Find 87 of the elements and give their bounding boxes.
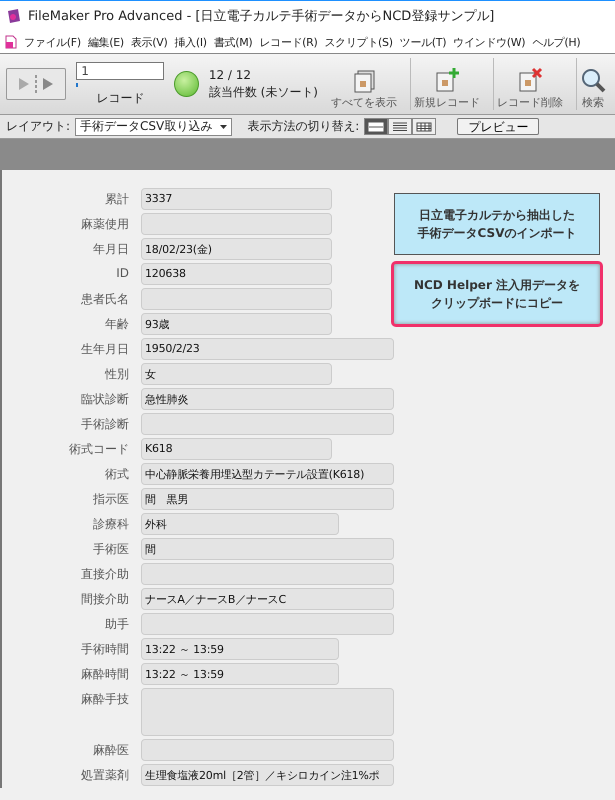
input-field[interactable]: 18/02/23(金) [141,238,332,260]
field-label: 診療科 [92,516,129,533]
document-icon [5,35,17,49]
input-field[interactable]: 中心静脈栄養用埋込型カテーテル設置(K618) [141,463,394,485]
layout-dropdown[interactable]: 手術データCSV取り込み [75,118,232,136]
field-label: 処置薬剤 [80,767,129,784]
preview-button[interactable]: プレビュー [457,118,540,135]
app-logo-icon [6,8,22,24]
table-view-icon [416,122,432,132]
form-view-icon [368,122,384,132]
add-record-icon [434,67,460,93]
input-field[interactable] [141,288,332,310]
input-field[interactable] [141,213,332,235]
input-field[interactable]: 93歳 [141,313,332,335]
record-navigator[interactable] [6,68,66,100]
action-button[interactable]: 日立電子カルテから抽出した 手術データCSVのインポート [394,193,600,255]
menu-item[interactable]: スクリプト(S) [324,34,393,50]
found-count: 12 / 12 [208,68,252,82]
input-field[interactable]: 生理食塩液20ml［2管］／キシロカイン注1%ポ [141,764,394,786]
input-field[interactable]: ナースA／ナースB／ナースC [141,588,394,610]
field-label: 手術診断 [80,416,129,433]
field-label: 直接介助 [80,566,129,583]
action-button[interactable]: NCD Helper 注入用データを クリップボードにコピー [391,261,603,327]
found-status: 該当件数 (未ソート) [208,84,318,100]
toolbar-button[interactable]: 検索 [576,58,609,110]
field-label: 麻薬使用 [80,216,129,233]
view-switch-label: 表示方法の切り替え: [247,118,360,135]
field-label: 生年月日 [80,341,129,358]
menu-item[interactable]: 表示(V) [130,34,168,50]
toolbar-button[interactable]: 新規レコード [410,58,483,110]
input-field[interactable]: 3337 [141,188,332,210]
toolbar-button[interactable]: すべてを表示 [328,58,400,110]
window-title: FileMaker Pro Advanced - [日立電子カルテ手術データからNCD登録サンプル] [28,8,494,25]
input-field[interactable]: 13:22 ～ 13:59 [141,663,339,685]
view-button[interactable] [388,118,412,135]
field-label: 手術医 [92,541,129,558]
input-field[interactable]: K618 [141,438,332,460]
menu-item[interactable]: 書式(M) [214,34,252,50]
input-field[interactable]: 120638 [141,263,332,285]
search-icon [580,67,606,93]
input-field[interactable]: 急性肺炎 [141,388,394,410]
menu-item[interactable]: ヘルプ(H) [532,34,580,50]
input-field[interactable]: 1950/2/23 [141,338,394,360]
field-label: 間接介助 [80,591,129,608]
field-label: 年齢 [104,316,129,333]
input-field[interactable] [141,613,394,635]
field-label: 累計 [104,191,129,208]
field-label: 性別 [104,366,129,383]
list-view-icon [392,122,408,132]
input-field[interactable] [141,563,394,585]
field-label: 手術時間 [80,641,129,658]
field-label: 麻酔手技 [80,691,129,708]
record-slider-handle[interactable] [76,82,78,86]
view-button[interactable] [412,118,436,135]
menu-item[interactable]: レコード(R) [259,34,318,50]
menu-item[interactable]: ファイル(F) [24,34,81,50]
field-label: 年月日 [92,241,129,258]
delete-record-icon [517,67,543,93]
view-button[interactable] [364,118,388,135]
record-stack-icon [352,69,376,93]
field-label: 患者氏名 [80,291,129,308]
input-field[interactable]: 外科 [141,513,339,535]
field-label: 指示医 [92,491,129,508]
field-label: 麻酔医 [92,742,129,759]
record-label: レコード [96,90,144,106]
menu-item[interactable]: 編集(E) [88,34,124,50]
toolbar-button[interactable]: レコード削除 [493,58,566,110]
input-field[interactable]: 13:22 ～ 13:59 [141,638,339,660]
dropdown-caret-icon [220,124,228,128]
input-field[interactable]: 間 [141,538,394,560]
menu-item[interactable]: 挿入(I) [174,34,207,50]
field-label: ID [115,265,129,280]
input-field[interactable]: 女 [141,363,332,385]
field-label: 術式 [104,466,129,483]
input-field[interactable] [141,739,394,761]
record-number-field[interactable]: 1 [76,62,164,80]
menu-item[interactable]: ツール(T) [400,34,446,50]
field-label: 麻酔時間 [80,666,129,683]
field-label: 術式コード [68,441,129,458]
layout-label: レイアウト: [6,118,70,135]
input-field[interactable] [141,413,394,435]
input-field[interactable] [141,688,394,736]
field-label: 助手 [104,616,129,633]
field-label: 臨状診断 [80,391,129,408]
input-field[interactable]: 間 黒男 [141,488,394,510]
status-indicator-icon [174,71,199,97]
menu-item[interactable]: ウインドウ(W) [453,34,526,50]
